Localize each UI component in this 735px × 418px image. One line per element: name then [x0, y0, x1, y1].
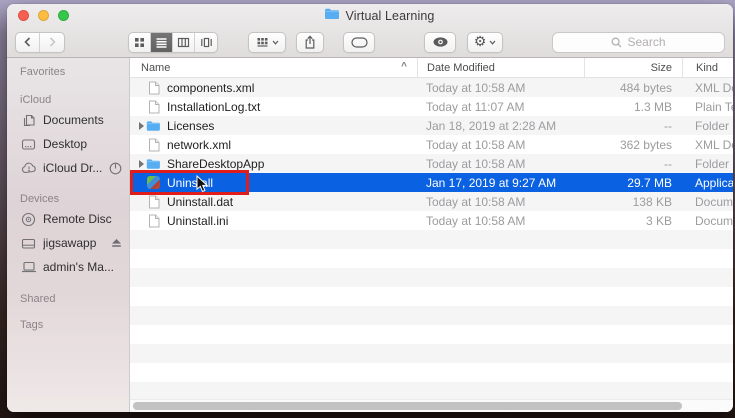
window-title: Virtual Learning — [324, 7, 435, 25]
forward-button[interactable] — [40, 33, 64, 52]
table-row[interactable]: Licenses Jan 18, 2019 at 2:28 AM -- Fold… — [130, 116, 733, 135]
sidebar-item-remote-disc[interactable]: Remote Disc — [7, 207, 129, 231]
table-row[interactable]: network.xml Today at 10:58 AM 362 bytes … — [130, 135, 733, 154]
quick-look-button[interactable] — [424, 32, 456, 53]
group-by-icon — [256, 36, 269, 49]
table-row[interactable]: InstallationLog.txt Today at 11:07 AM 1.… — [130, 97, 733, 116]
list-column-headers: Name ^ Date Modified Size Kind — [130, 58, 733, 78]
remote-disc-icon — [20, 212, 37, 227]
zoom-button[interactable] — [58, 10, 69, 21]
file-icon — [146, 81, 161, 95]
annotation-red-rectangle — [130, 170, 249, 195]
sidebar-header-devices[interactable]: Devices — [20, 191, 129, 207]
folder-icon — [146, 157, 161, 171]
external-drive-icon — [20, 237, 37, 250]
window-title-text: Virtual Learning — [346, 9, 435, 23]
tag-button[interactable] — [343, 32, 375, 53]
coverflow-view-icon — [200, 36, 213, 49]
sidebar: Favorites iCloud Documents Desktop iClou… — [7, 58, 130, 412]
column-header-date-modified[interactable]: Date Modified — [417, 58, 584, 77]
folder-icon — [146, 119, 161, 133]
column-header-kind[interactable]: Kind — [682, 58, 733, 77]
sidebar-item-label: admin's Ma... — [43, 260, 114, 274]
mouse-cursor — [196, 175, 208, 198]
share-icon — [303, 35, 317, 50]
sync-progress-icon — [109, 162, 122, 175]
folder-icon — [324, 7, 340, 25]
back-button[interactable] — [16, 33, 40, 52]
empty-list-area — [130, 230, 733, 399]
horizontal-scrollbar[interactable] — [130, 399, 733, 412]
finder-window: Virtual Learning — [7, 4, 733, 412]
search-icon — [611, 37, 622, 48]
gear-icon: ⚙ — [474, 35, 487, 49]
column-header-size[interactable]: Size — [584, 58, 682, 77]
file-icon — [146, 100, 161, 114]
tag-icon — [351, 37, 368, 48]
sidebar-item-label: Desktop — [43, 137, 87, 151]
list-view-button[interactable] — [151, 33, 173, 52]
eye-icon — [432, 36, 449, 48]
sidebar-item-label: Remote Disc — [43, 212, 112, 226]
sidebar-header-shared[interactable]: Shared — [20, 291, 129, 307]
file-icon — [146, 214, 161, 228]
icloud-drive-icon — [20, 162, 37, 174]
scrollbar-thumb[interactable] — [133, 402, 682, 410]
close-button[interactable] — [18, 10, 29, 21]
share-button[interactable] — [296, 32, 324, 53]
chevron-left-icon — [22, 36, 34, 48]
sort-ascending-icon: ^ — [401, 61, 407, 72]
nav-buttons — [15, 32, 65, 53]
sidebar-item-label: iCloud Dr... — [43, 161, 102, 175]
sidebar-item-admins-mac[interactable]: admin's Ma... — [7, 255, 129, 279]
sidebar-item-icloud-drive[interactable]: iCloud Dr... — [7, 156, 129, 180]
sidebar-header-favorites[interactable]: Favorites — [20, 64, 129, 80]
sidebar-item-desktop[interactable]: Desktop — [7, 132, 129, 156]
titlebar[interactable]: Virtual Learning — [7, 4, 733, 27]
view-switcher — [128, 32, 218, 53]
search-placeholder: Search — [627, 35, 665, 49]
table-row[interactable]: components.xml Today at 10:58 AM 484 byt… — [130, 78, 733, 97]
eject-icon[interactable] — [111, 238, 122, 248]
sidebar-item-documents[interactable]: Documents — [7, 108, 129, 132]
file-list: Name ^ Date Modified Size Kind component… — [130, 58, 733, 412]
action-button[interactable]: ⚙ — [467, 32, 503, 53]
column-header-name[interactable]: Name ^ — [130, 58, 417, 77]
column-view-button[interactable] — [173, 33, 195, 52]
icon-view-button[interactable] — [129, 33, 151, 52]
chevron-right-icon — [46, 36, 58, 48]
sidebar-item-jigsawapp[interactable]: jigsawapp — [7, 231, 129, 255]
sidebar-item-label: jigsawapp — [43, 236, 96, 250]
arrange-button[interactable] — [248, 32, 286, 53]
disclosure-triangle-icon[interactable] — [136, 160, 146, 168]
sidebar-header-tags[interactable]: Tags — [20, 317, 129, 333]
toolbar: ⚙ Search — [7, 27, 733, 57]
sidebar-header-icloud[interactable]: iCloud — [20, 92, 129, 108]
list-view-icon — [155, 36, 168, 49]
traffic-lights — [18, 10, 69, 21]
coverflow-view-button[interactable] — [195, 33, 217, 52]
search-input[interactable]: Search — [552, 32, 725, 53]
table-row[interactable]: Uninstall.ini Today at 10:58 AM 3 KB Doc… — [130, 211, 733, 230]
chevron-down-icon — [489, 40, 496, 45]
laptop-icon — [20, 261, 37, 273]
documents-icon — [20, 113, 37, 128]
desktop-icon — [20, 138, 37, 151]
disclosure-triangle-icon[interactable] — [136, 122, 146, 130]
window-chrome: Virtual Learning — [7, 4, 733, 58]
icon-view-icon — [133, 36, 146, 49]
minimize-button[interactable] — [38, 10, 49, 21]
sidebar-item-label: Documents — [43, 113, 104, 127]
file-icon — [146, 138, 161, 152]
column-view-icon — [177, 36, 190, 49]
chevron-down-icon — [272, 40, 279, 45]
file-icon — [146, 195, 161, 209]
